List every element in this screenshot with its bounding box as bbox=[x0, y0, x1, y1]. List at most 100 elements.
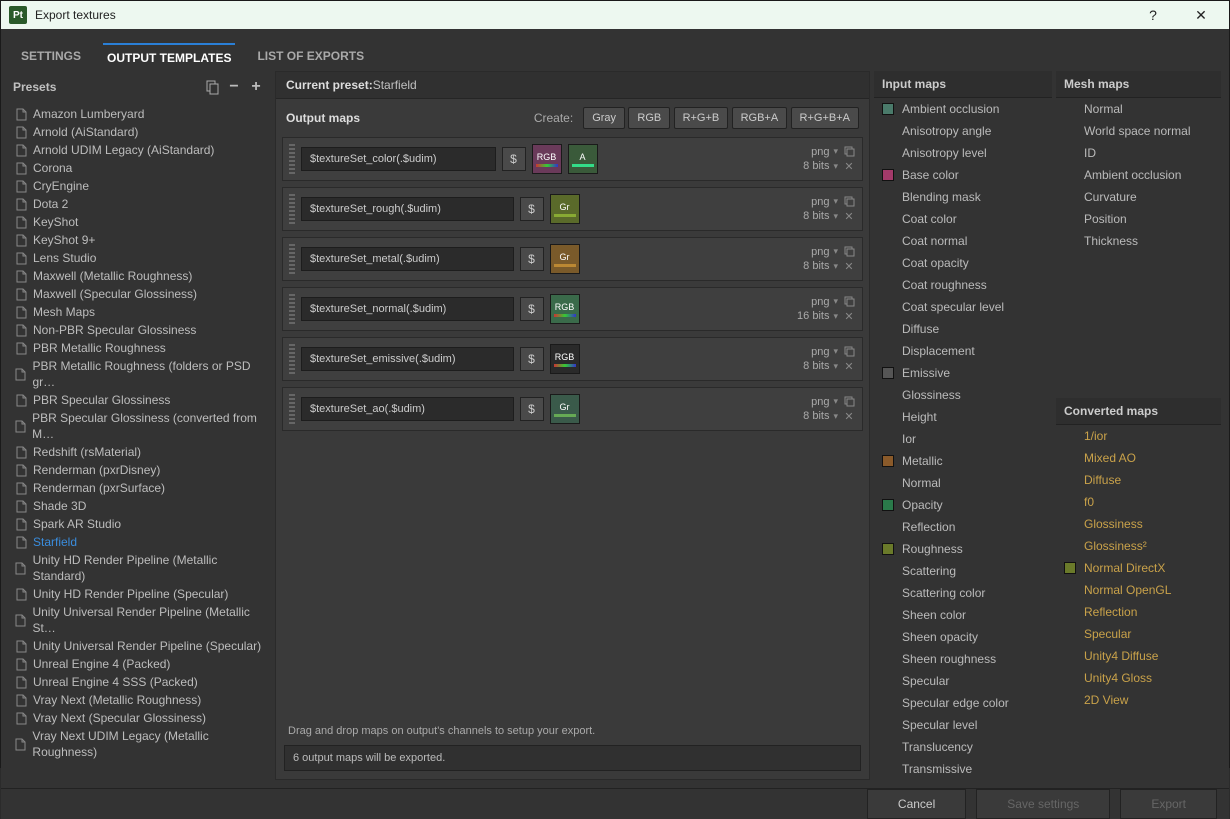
preset-item[interactable]: Dota 2 bbox=[9, 195, 271, 213]
mesh-map-item[interactable]: ID bbox=[1056, 142, 1221, 164]
input-map-item[interactable]: Base color bbox=[874, 164, 1052, 186]
preset-item[interactable]: Renderman (pxrSurface) bbox=[9, 479, 271, 497]
input-map-item[interactable]: Reflection bbox=[874, 516, 1052, 538]
mesh-map-item[interactable]: Position bbox=[1056, 208, 1221, 230]
preset-item[interactable]: Unity Universal Render Pipeline (Specula… bbox=[9, 637, 271, 655]
preset-item[interactable]: Arnold (AiStandard) bbox=[9, 123, 271, 141]
drag-handle[interactable] bbox=[289, 194, 295, 224]
drag-handle[interactable] bbox=[289, 394, 295, 424]
format-select[interactable]: png bbox=[811, 196, 829, 208]
copy-icon[interactable] bbox=[842, 396, 856, 407]
create-rgb-button[interactable]: RGB bbox=[628, 107, 670, 129]
channel-chip[interactable]: Gr bbox=[550, 194, 580, 224]
mesh-map-item[interactable]: Curvature bbox=[1056, 186, 1221, 208]
preset-item[interactable]: Unity HD Render Pipeline (Specular) bbox=[9, 585, 271, 603]
preset-item[interactable]: PBR Specular Glossiness (converted from … bbox=[9, 409, 271, 443]
input-map-item[interactable]: Blending mask bbox=[874, 186, 1052, 208]
bits-select[interactable]: 8 bits bbox=[803, 360, 829, 372]
preset-item[interactable]: KeyShot bbox=[9, 213, 271, 231]
copy-icon[interactable] bbox=[842, 146, 856, 157]
preset-item[interactable]: Unreal Engine 4 SSS (Packed) bbox=[9, 673, 271, 691]
preset-item[interactable]: Unity Universal Render Pipeline (Metalli… bbox=[9, 603, 271, 637]
preset-item[interactable]: Vray Next (Metallic Roughness) bbox=[9, 691, 271, 709]
bits-select[interactable]: 8 bits bbox=[803, 260, 829, 272]
converted-map-item[interactable]: Reflection bbox=[1056, 601, 1221, 623]
mesh-maps-list[interactable]: NormalWorld space normalIDAmbient occlus… bbox=[1056, 98, 1221, 398]
preset-item[interactable]: Shade 3D bbox=[9, 497, 271, 515]
preset-item[interactable]: Lens Studio bbox=[9, 249, 271, 267]
input-map-item[interactable]: Translucency bbox=[874, 736, 1052, 758]
preset-item[interactable]: Non-PBR Specular Glossiness bbox=[9, 321, 271, 339]
format-select[interactable]: png bbox=[811, 296, 829, 308]
duplicate-preset-icon[interactable] bbox=[201, 77, 223, 97]
input-map-item[interactable]: Diffuse bbox=[874, 318, 1052, 340]
converted-map-item[interactable]: Normal OpenGL bbox=[1056, 579, 1221, 601]
preset-item[interactable]: Corona bbox=[9, 159, 271, 177]
create-rgbplusa-button[interactable]: RGB+A bbox=[732, 107, 788, 129]
converted-map-item[interactable]: Specular bbox=[1056, 623, 1221, 645]
copy-icon[interactable] bbox=[842, 196, 856, 207]
input-map-item[interactable]: Metallic bbox=[874, 450, 1052, 472]
variable-button[interactable]: $ bbox=[520, 397, 544, 421]
converted-map-item[interactable]: Unity4 Gloss bbox=[1056, 667, 1221, 689]
drag-handle[interactable] bbox=[289, 144, 295, 174]
preset-item[interactable]: Unity HD Render Pipeline (Metallic Stand… bbox=[9, 551, 271, 585]
converted-map-item[interactable]: Unity4 Diffuse bbox=[1056, 645, 1221, 667]
variable-button[interactable]: $ bbox=[520, 297, 544, 321]
input-map-item[interactable]: Coat opacity bbox=[874, 252, 1052, 274]
preset-item[interactable]: Arnold UDIM Legacy (AiStandard) bbox=[9, 141, 271, 159]
converted-map-item[interactable]: Normal DirectX bbox=[1056, 557, 1221, 579]
variable-button[interactable]: $ bbox=[520, 347, 544, 371]
channel-chip[interactable]: RGB bbox=[550, 344, 580, 374]
preset-item[interactable]: Starfield bbox=[9, 533, 271, 551]
input-map-item[interactable]: Scattering color bbox=[874, 582, 1052, 604]
input-map-item[interactable]: Sheen roughness bbox=[874, 648, 1052, 670]
preset-item[interactable]: Mesh Maps bbox=[9, 303, 271, 321]
channel-chip[interactable]: Gr bbox=[550, 394, 580, 424]
export-button[interactable]: Export bbox=[1120, 789, 1217, 819]
create-rplusgplusb-button[interactable]: R+G+B bbox=[674, 107, 729, 129]
variable-button[interactable]: $ bbox=[520, 197, 544, 221]
converted-map-item[interactable]: Diffuse bbox=[1056, 469, 1221, 491]
tab-list-of-exports[interactable]: LIST OF EXPORTS bbox=[253, 43, 368, 71]
converted-map-item[interactable]: 2D View bbox=[1056, 689, 1221, 711]
converted-maps-list[interactable]: 1/iorMixed AODiffusef0GlossinessGlossine… bbox=[1056, 425, 1221, 780]
preset-item[interactable]: PBR Specular Glossiness bbox=[9, 391, 271, 409]
copy-icon[interactable] bbox=[842, 246, 856, 257]
variable-button[interactable]: $ bbox=[520, 247, 544, 271]
remove-preset-icon[interactable]: − bbox=[223, 77, 245, 97]
remove-map-icon[interactable]: ✕ bbox=[842, 210, 856, 223]
presets-list[interactable]: Amazon LumberyardArnold (AiStandard)Arno… bbox=[9, 103, 271, 780]
format-select[interactable]: png bbox=[811, 396, 829, 408]
format-select[interactable]: png bbox=[811, 346, 829, 358]
input-map-item[interactable]: Coat roughness bbox=[874, 274, 1052, 296]
bits-select[interactable]: 8 bits bbox=[803, 410, 829, 422]
channel-chip[interactable]: Gr bbox=[550, 244, 580, 274]
converted-map-item[interactable]: Mixed AO bbox=[1056, 447, 1221, 469]
preset-item[interactable]: Spark AR Studio bbox=[9, 515, 271, 533]
add-preset-icon[interactable]: + bbox=[245, 77, 267, 97]
bits-select[interactable]: 8 bits bbox=[803, 210, 829, 222]
copy-icon[interactable] bbox=[842, 346, 856, 357]
input-map-item[interactable]: Anisotropy level bbox=[874, 142, 1052, 164]
input-map-item[interactable]: Specular edge color bbox=[874, 692, 1052, 714]
preset-item[interactable]: PBR Metallic Roughness (folders or PSD g… bbox=[9, 357, 271, 391]
map-name-input[interactable] bbox=[301, 297, 514, 321]
remove-map-icon[interactable]: ✕ bbox=[842, 260, 856, 273]
input-map-item[interactable]: Roughness bbox=[874, 538, 1052, 560]
input-map-item[interactable]: Coat normal bbox=[874, 230, 1052, 252]
input-map-item[interactable]: Transmissive bbox=[874, 758, 1052, 780]
preset-item[interactable]: Redshift (rsMaterial) bbox=[9, 443, 271, 461]
map-name-input[interactable] bbox=[301, 397, 514, 421]
input-map-item[interactable]: Opacity bbox=[874, 494, 1052, 516]
cancel-button[interactable]: Cancel bbox=[867, 789, 966, 819]
input-map-item[interactable]: Coat color bbox=[874, 208, 1052, 230]
converted-map-item[interactable]: f0 bbox=[1056, 491, 1221, 513]
preset-item[interactable]: Maxwell (Metallic Roughness) bbox=[9, 267, 271, 285]
drag-handle[interactable] bbox=[289, 244, 295, 274]
bits-select[interactable]: 8 bits bbox=[803, 160, 829, 172]
input-map-item[interactable]: Height bbox=[874, 406, 1052, 428]
input-map-item[interactable]: Glossiness bbox=[874, 384, 1052, 406]
preset-item[interactable]: Vray Next (Specular Glossiness) bbox=[9, 709, 271, 727]
format-select[interactable]: png bbox=[811, 146, 829, 158]
